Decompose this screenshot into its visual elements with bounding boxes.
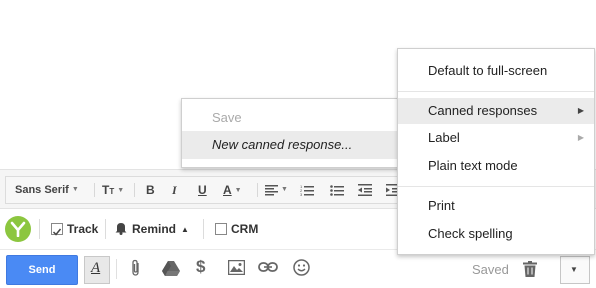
send-button[interactable]: Send — [6, 255, 78, 285]
yesware-y-icon[interactable] — [5, 216, 31, 242]
bulleted-list-button[interactable] — [330, 177, 344, 203]
canned-save-item: Save — [182, 107, 401, 129]
menu-item-default-full-screen[interactable]: Default to full-screen — [398, 59, 594, 83]
formatting-options-button[interactable]: A — [84, 256, 110, 284]
yesware-logo-glyph — [10, 221, 26, 237]
more-options-button[interactable]: ▼ — [560, 256, 590, 284]
font-family-label: Sans Serif — [15, 184, 69, 196]
indent-less-button[interactable] — [358, 177, 372, 203]
svg-text:3: 3 — [300, 192, 303, 196]
submenu-arrow-icon: ▶ — [577, 106, 584, 115]
crm-checkbox[interactable] — [215, 223, 227, 235]
link-icon[interactable] — [258, 262, 278, 272]
emoji-icon[interactable] — [293, 259, 310, 276]
menu-item-label: Default to full-screen — [428, 63, 548, 78]
caret-up-icon: ▲ — [181, 225, 189, 235]
bulleted-list-icon — [330, 185, 344, 196]
menu-item-label: Canned responses — [428, 103, 538, 118]
numbered-list-button[interactable]: 123 — [300, 177, 314, 203]
bold-button[interactable]: B — [146, 177, 155, 203]
chevron-down-icon: ▼ — [570, 265, 578, 274]
more-options-menu: Default to full-screen Canned responses … — [397, 48, 595, 255]
menu-item-label: Check spelling — [428, 226, 513, 241]
track-label[interactable]: Track — [67, 222, 98, 236]
paperclip-icon[interactable] — [130, 259, 142, 277]
menu-item-label-submenu[interactable]: Label ▶ — [398, 126, 594, 150]
saved-status: Saved — [472, 262, 509, 277]
font-size-select[interactable]: TT ▼ — [102, 177, 124, 203]
google-drive-icon[interactable] — [162, 260, 180, 276]
menu-separator — [398, 186, 594, 187]
track-checkbox[interactable] — [51, 223, 63, 236]
remind-label: Remind — [132, 222, 177, 236]
text-color-icon: A — [223, 183, 232, 197]
formatting-icon: A — [91, 260, 101, 276]
divider — [105, 219, 106, 239]
chevron-down-icon: ▼ — [234, 187, 242, 195]
underline-button[interactable]: U — [198, 177, 207, 203]
photo-icon[interactable] — [228, 260, 245, 275]
crm-label[interactable]: CRM — [231, 222, 258, 236]
italic-button[interactable]: I — [172, 177, 177, 203]
toolbar-divider — [94, 183, 95, 197]
divider — [203, 219, 204, 239]
remind-button[interactable]: Remind ▲ — [132, 222, 189, 236]
chevron-down-icon: ▼ — [281, 186, 288, 194]
align-button[interactable]: ▼ — [265, 177, 288, 203]
menu-item-print[interactable]: Print — [398, 194, 594, 218]
menu-item-label: Save — [212, 110, 242, 125]
menu-item-label: Label — [428, 130, 460, 145]
formatting-toolbar-group: Sans Serif ▼ TT ▼ B I U A ▼ ▼ 123 — [5, 176, 427, 204]
text-color-button[interactable]: A ▼ — [223, 177, 242, 203]
menu-item-label: New canned response... — [212, 137, 353, 152]
numbered-list-icon: 123 — [300, 184, 314, 197]
canned-responses-submenu: Save New canned response... — [181, 98, 402, 168]
divider — [39, 219, 40, 239]
indent-less-icon — [358, 184, 372, 197]
submenu-arrow-icon: ▶ — [577, 133, 584, 142]
align-left-icon — [265, 184, 278, 196]
menu-item-label: Plain text mode — [428, 158, 518, 173]
menu-item-check-spelling[interactable]: Check spelling — [398, 222, 594, 246]
bell-icon — [115, 223, 127, 235]
compose-bottom-bar: Send A $ Saved ▼ — [0, 250, 596, 288]
menu-separator — [398, 91, 594, 92]
chevron-down-icon: ▼ — [117, 187, 125, 195]
trash-icon[interactable] — [523, 261, 537, 277]
text-size-icon: TT — [102, 183, 115, 197]
divider — [116, 259, 117, 279]
new-canned-response-item[interactable]: New canned response... — [182, 131, 401, 159]
money-icon[interactable]: $ — [196, 257, 205, 277]
menu-item-label: Print — [428, 198, 455, 213]
toolbar-divider — [257, 183, 258, 197]
checkmark-icon — [52, 228, 62, 236]
toolbar-divider — [134, 183, 135, 197]
font-family-select[interactable]: Sans Serif ▼ — [15, 177, 79, 203]
chevron-down-icon: ▼ — [71, 186, 79, 194]
menu-item-canned-responses[interactable]: Canned responses ▶ — [398, 98, 594, 124]
menu-item-plain-text-mode[interactable]: Plain text mode — [398, 154, 594, 178]
